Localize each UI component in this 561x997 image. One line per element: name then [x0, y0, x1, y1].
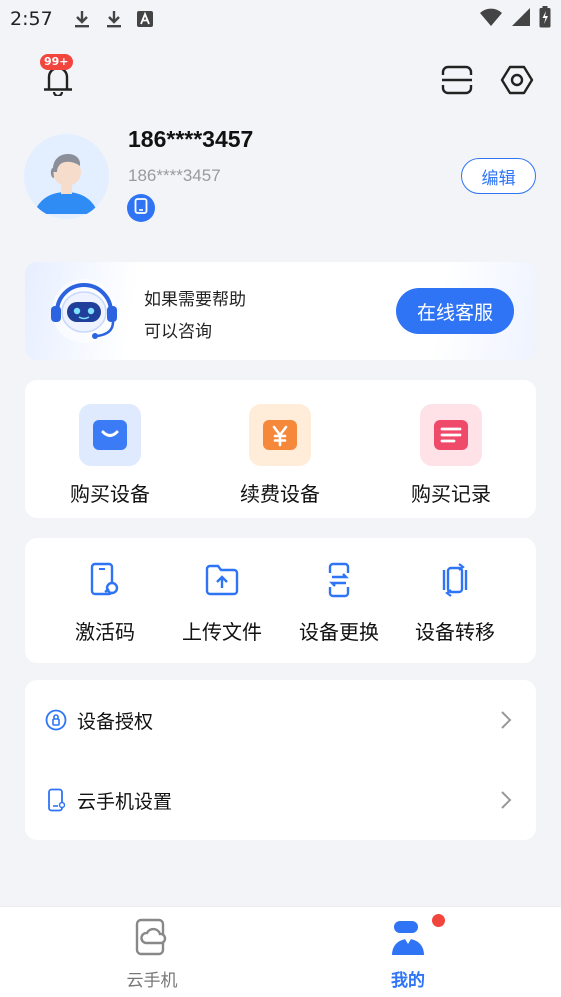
device-swap-icon — [321, 560, 357, 600]
avatar[interactable] — [24, 134, 109, 219]
bell-icon — [40, 66, 76, 100]
activation-code-label: 激活码 — [75, 620, 135, 644]
record-list-icon — [420, 404, 482, 466]
download-icon — [73, 9, 91, 29]
menu-item-cloud-phone-settings[interactable]: 云手机设置 — [25, 760, 536, 840]
download-icon — [105, 9, 123, 29]
help-card: 如果需要帮助 可以咨询 在线客服 — [25, 262, 536, 360]
robot-support-icon — [47, 276, 121, 346]
purchase-record-label: 购买记录 — [411, 482, 491, 506]
renew-device-label: 续费设备 — [240, 482, 320, 506]
renew-device-item[interactable]: 续费设备 — [220, 404, 340, 507]
cloud-phone-icon — [132, 917, 172, 957]
tab-mine[interactable]: 我的 — [268, 907, 548, 997]
purchase-record-item[interactable]: 购买记录 — [391, 404, 511, 507]
scan-icon — [441, 65, 473, 99]
tab-label: 我的 — [391, 971, 425, 991]
device-replace-item[interactable]: 设备更换 — [279, 560, 399, 645]
bottom-tab-bar: 云手机 我的 — [0, 906, 561, 997]
status-time: 2:57 — [10, 8, 53, 30]
device-transfer-icon — [437, 560, 473, 600]
buy-device-label: 购买设备 — [70, 482, 150, 506]
activation-code-item[interactable]: 激活码 — [45, 560, 165, 645]
profile-section: 186****3457 186****3457 编辑 — [24, 124, 539, 224]
purchase-card: 购买设备 续费设备 购买记录 — [25, 380, 536, 518]
notification-dot — [432, 914, 445, 927]
wifi-icon — [479, 7, 503, 32]
shopping-bag-icon — [79, 404, 141, 466]
menu-item-label: 设备授权 — [77, 710, 154, 733]
lock-icon — [45, 708, 67, 732]
phone-number: 186****3457 — [128, 126, 254, 152]
settings-icon — [500, 65, 534, 101]
help-line-1: 如果需要帮助 — [144, 290, 246, 310]
upload-file-item[interactable]: 上传文件 — [162, 560, 282, 645]
chevron-right-icon — [500, 790, 512, 814]
device-transfer-label: 设备转移 — [415, 620, 495, 644]
device-transfer-item[interactable]: 设备转移 — [395, 560, 515, 645]
signal-icon — [511, 7, 531, 32]
menu-item-device-authorization[interactable]: 设备授权 — [25, 680, 536, 760]
tablet-icon — [134, 198, 148, 218]
tools-card: 激活码 上传文件 设备更换 设备转移 — [25, 538, 536, 663]
status-bar: 2:57 — [0, 0, 561, 38]
upload-folder-icon — [204, 560, 240, 600]
buy-device-item[interactable]: 购买设备 — [50, 404, 170, 507]
settings-button[interactable] — [500, 63, 534, 97]
phone-settings-icon — [45, 788, 67, 812]
sub-phone-number: 186****3457 — [128, 166, 221, 185]
edit-profile-button[interactable]: 编辑 — [461, 158, 536, 194]
menu-card: 设备授权 云手机设置 — [25, 680, 536, 840]
tab-cloud-phone[interactable]: 云手机 — [12, 907, 292, 997]
user-icon — [388, 917, 428, 957]
help-text: 如果需要帮助 可以咨询 — [144, 284, 246, 348]
activation-code-icon — [87, 560, 123, 600]
chevron-right-icon — [500, 710, 512, 734]
font-icon — [136, 11, 153, 27]
menu-item-label: 云手机设置 — [77, 790, 173, 813]
notification-badge: 99+ — [40, 54, 73, 70]
upload-file-label: 上传文件 — [182, 620, 262, 644]
device-replace-label: 设备更换 — [299, 620, 379, 644]
battery-icon — [539, 5, 551, 33]
tab-label: 云手机 — [126, 971, 178, 991]
scan-button[interactable] — [441, 65, 473, 95]
online-service-button[interactable]: 在线客服 — [396, 288, 514, 334]
device-badge[interactable] — [127, 194, 155, 222]
yen-icon — [249, 404, 311, 466]
help-line-2: 可以咨询 — [144, 322, 212, 342]
